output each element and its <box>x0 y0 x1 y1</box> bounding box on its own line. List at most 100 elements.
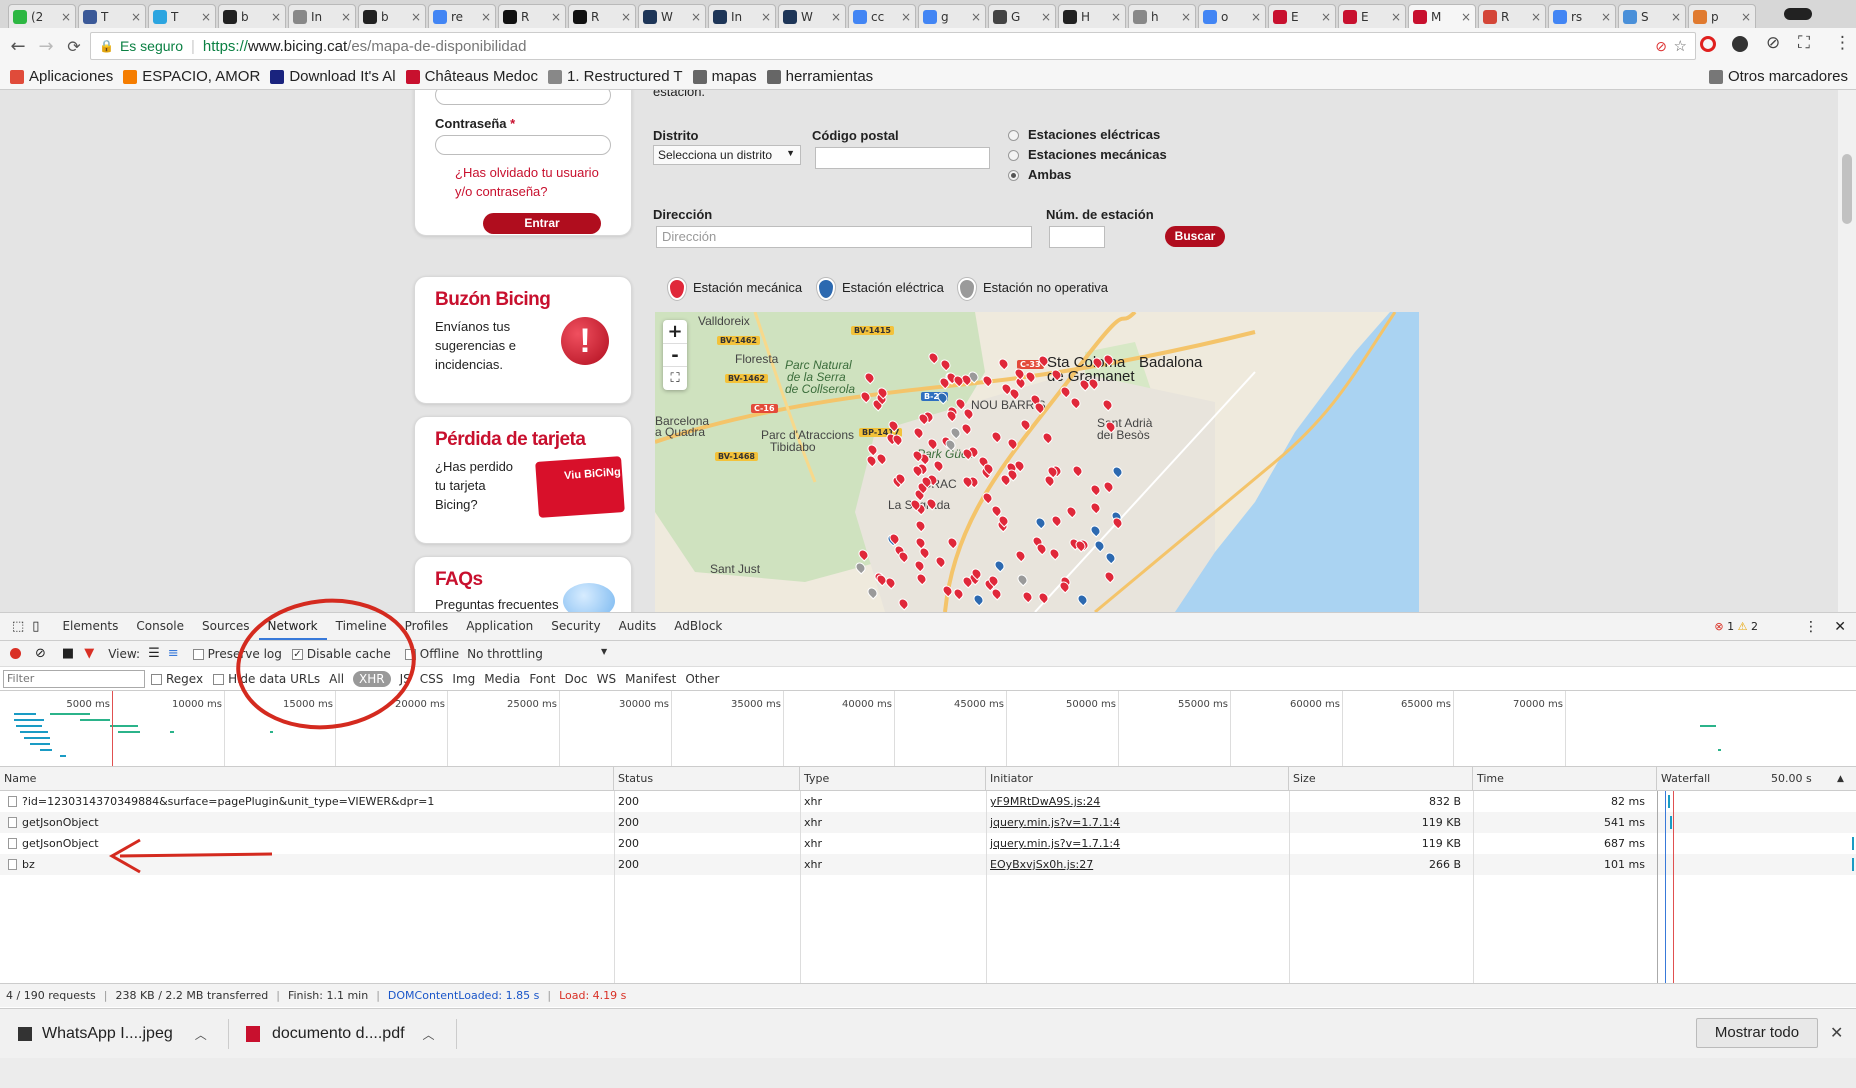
address-field[interactable]: Dirección <box>656 226 1032 248</box>
browser-tab[interactable]: S × <box>1618 4 1686 28</box>
preserve-log-checkbox[interactable]: Preserve log <box>192 647 282 661</box>
browser-tab[interactable]: E × <box>1268 4 1336 28</box>
clear-icon[interactable]: ⊘ <box>35 646 46 661</box>
devtools-tab-sources[interactable]: Sources <box>193 613 258 640</box>
browser-tab[interactable]: In × <box>288 4 356 28</box>
browser-tab[interactable]: rs × <box>1548 4 1616 28</box>
regex-checkbox[interactable]: Regex <box>151 672 203 686</box>
tab-close-icon[interactable]: × <box>341 10 351 24</box>
browser-tab[interactable]: b × <box>358 4 426 28</box>
request-row[interactable]: ?id=1230314370349884&surface=pagePlugin&… <box>0 791 1856 812</box>
hide-data-urls-checkbox[interactable]: Hide data URLs <box>213 672 320 686</box>
tab-close-icon[interactable]: × <box>1671 10 1681 24</box>
tab-close-icon[interactable]: × <box>271 10 281 24</box>
tab-close-icon[interactable]: × <box>1741 10 1751 24</box>
bookmark-item[interactable]: Download It's Al <box>270 68 396 85</box>
type-filter-all[interactable]: All <box>329 672 344 686</box>
browser-tab[interactable]: E × <box>1338 4 1406 28</box>
radio-both[interactable] <box>1008 170 1019 181</box>
throttling-select[interactable]: No throttling ▼ <box>467 647 607 661</box>
tab-close-icon[interactable]: × <box>1531 10 1541 24</box>
zoom-out-button[interactable]: - <box>663 343 687 366</box>
window-minimize-button[interactable] <box>1784 8 1812 20</box>
browser-tab[interactable]: R × <box>498 4 566 28</box>
record-icon[interactable] <box>10 648 21 659</box>
type-filter-ws[interactable]: WS <box>597 672 616 686</box>
login-button[interactable]: Entrar <box>483 213 601 234</box>
password-field[interactable] <box>435 135 611 155</box>
filter-input[interactable] <box>3 669 145 688</box>
type-filter-media[interactable]: Media <box>484 672 520 686</box>
tab-close-icon[interactable]: × <box>1321 10 1331 24</box>
request-name[interactable]: getJsonObject <box>18 812 612 833</box>
tab-close-icon[interactable]: × <box>1391 10 1401 24</box>
type-filter-xhr[interactable]: XHR <box>353 670 391 687</box>
tab-close-icon[interactable]: × <box>621 10 631 24</box>
filter-toggle-icon[interactable]: ▼ <box>84 646 94 661</box>
username-field[interactable] <box>435 90 611 105</box>
request-initiator[interactable]: jquery.min.js?v=1.7.1:4 <box>986 812 1286 833</box>
devtools-tab-elements[interactable]: Elements <box>53 613 127 640</box>
tab-close-icon[interactable]: × <box>481 10 491 24</box>
request-initiator[interactable]: jquery.min.js?v=1.7.1:4 <box>986 833 1286 854</box>
fullscreen-icon[interactable]: ⛶ <box>663 366 687 389</box>
type-filter-doc[interactable]: Doc <box>564 672 587 686</box>
column-time[interactable]: Time <box>1473 767 1657 791</box>
forgot-password-link[interactable]: ¿Has olvidado tu usuario y/o contraseña? <box>455 163 599 201</box>
column-waterfall[interactable]: Waterfall 50.00 s ▲ <box>1657 767 1856 791</box>
devtools-tab-audits[interactable]: Audits <box>610 613 666 640</box>
tab-close-icon[interactable]: × <box>61 10 71 24</box>
zoom-in-button[interactable]: + <box>663 320 687 343</box>
tab-close-icon[interactable]: × <box>1461 10 1471 24</box>
bookmark-star-icon[interactable]: ☆ <box>1674 37 1687 55</box>
postal-code-field[interactable] <box>815 147 990 169</box>
tab-close-icon[interactable]: × <box>971 10 981 24</box>
error-count[interactable]: ⊗ 1 ⚠ 2 <box>1714 620 1758 633</box>
disable-cache-checkbox[interactable]: Disable cache <box>291 647 391 661</box>
close-downloads-icon[interactable]: ✕ <box>1830 1023 1843 1043</box>
address-bar[interactable]: 🔒 Es seguro | https:// www.bicing.cat /e… <box>90 32 1696 60</box>
devtools-tab-profiles[interactable]: Profiles <box>396 613 458 640</box>
radio-electric[interactable] <box>1008 130 1019 141</box>
bookmark-item[interactable]: mapas <box>692 68 757 85</box>
mailbox-card[interactable]: Buzón Bicing Envíanos tus sugerencias e … <box>414 276 632 404</box>
request-row[interactable]: getJsonObject 200 xhr jquery.min.js?v=1.7.1… <box>0 833 1856 854</box>
tab-close-icon[interactable]: × <box>691 10 701 24</box>
browser-tab[interactable]: R × <box>1478 4 1546 28</box>
request-row[interactable]: getJsonObject 200 xhr jquery.min.js?v=1.7.1… <box>0 812 1856 833</box>
column-status[interactable]: Status <box>614 767 800 791</box>
bookmark-item[interactable]: Aplicaciones <box>10 68 113 85</box>
download-item[interactable]: documento d....pdf ︿ <box>246 1019 435 1049</box>
network-overview[interactable]: 5000 ms 10000 ms 15000 ms 20000 ms 25000 ms 3… <box>0 691 1856 767</box>
chevron-up-icon[interactable]: ︿ <box>195 1026 207 1043</box>
browser-tab[interactable]: g × <box>918 4 986 28</box>
bookmark-item[interactable]: 1. Restructured T <box>547 68 683 85</box>
tab-close-icon[interactable]: × <box>1181 10 1191 24</box>
back-icon[interactable]: ← <box>4 36 32 57</box>
browser-tab[interactable]: (2 × <box>8 4 76 28</box>
tab-close-icon[interactable]: × <box>831 10 841 24</box>
page-scrollbar[interactable] <box>1838 90 1856 612</box>
browser-tab[interactable]: h × <box>1128 4 1196 28</box>
overview-icon[interactable]: ≡ <box>168 646 179 661</box>
browser-tab[interactable]: p × <box>1688 4 1756 28</box>
devtools-tab-console[interactable]: Console <box>127 613 193 640</box>
page-scrollbar-thumb[interactable] <box>1842 154 1852 224</box>
chevron-up-icon[interactable]: ︿ <box>423 1026 435 1043</box>
tab-close-icon[interactable]: × <box>131 10 141 24</box>
tab-close-icon[interactable]: × <box>1601 10 1611 24</box>
devtools-tab-adblock[interactable]: AdBlock <box>665 613 731 640</box>
devtools-tab-timeline[interactable]: Timeline <box>327 613 396 640</box>
bookmark-item[interactable]: Châteaus Medoc <box>405 68 538 85</box>
bookmark-item[interactable]: herramientas <box>766 68 873 85</box>
request-row[interactable]: bz 200 xhr EOyBxvjSx0h.js:27 266 B 101 ms <box>0 854 1856 875</box>
reload-icon[interactable]: ⟳ <box>60 37 88 56</box>
browser-tab[interactable]: T × <box>148 4 216 28</box>
tab-close-icon[interactable]: × <box>1251 10 1261 24</box>
browser-tab[interactable]: W × <box>778 4 846 28</box>
browser-tab[interactable]: re × <box>428 4 496 28</box>
type-filter-other[interactable]: Other <box>685 672 719 686</box>
browser-tab[interactable]: cc × <box>848 4 916 28</box>
type-filter-css[interactable]: CSS <box>420 672 444 686</box>
browser-tab[interactable]: In × <box>708 4 776 28</box>
